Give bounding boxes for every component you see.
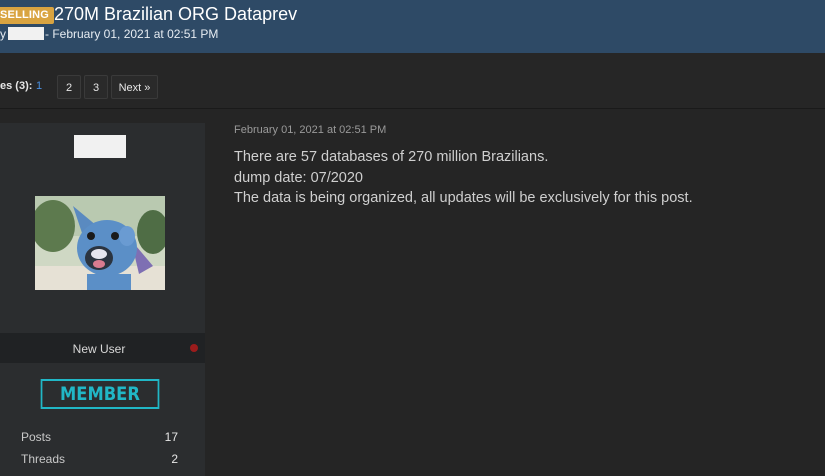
stat-threads-value[interactable]: 2	[171, 452, 178, 466]
thread-byline: y - February 01, 2021 at 02:51 PM	[0, 27, 218, 41]
page-link-3[interactable]: 3	[84, 75, 108, 99]
author-panel: New User MEMBER Posts 17 Threads 2	[0, 123, 205, 476]
stat-posts-value[interactable]: 17	[165, 430, 178, 444]
page-link-2[interactable]: 2	[57, 75, 81, 99]
stat-posts-label: Posts	[21, 430, 52, 444]
user-title-bar: New User	[0, 333, 205, 363]
page-current: 1	[36, 80, 43, 92]
author-name-redacted[interactable]	[8, 27, 44, 40]
post-line: The data is being organized, all updates…	[234, 190, 693, 206]
byline-date: - February 01, 2021 at 02:51 PM	[45, 27, 219, 41]
avatar-image	[35, 196, 165, 290]
post-date[interactable]: February 01, 2021 at 02:51 PM	[234, 124, 386, 136]
byline-by-text: y	[0, 27, 6, 41]
post-line: dump date: 07/2020	[234, 169, 363, 186]
thread-prefix-badge: SELLING	[0, 7, 55, 24]
next-page-button[interactable]: Next »	[111, 75, 158, 99]
author-username-redacted[interactable]	[74, 135, 126, 158]
pages-label: es (3):	[0, 80, 33, 92]
stat-threads-label: Threads	[21, 452, 66, 466]
avatar[interactable]	[35, 196, 165, 290]
pagination-bar: es (3): 1 2 3 Next »	[0, 53, 825, 109]
offline-status-icon	[190, 344, 198, 352]
post-line: There are 57 databases of 270 million Br…	[234, 149, 549, 165]
thread-header: SELLING 270M Brazilian ORG Dataprev y - F…	[0, 0, 825, 53]
thread-title: 270M Brazilian ORG Dataprev	[54, 4, 298, 24]
post-body: There are 57 databases of 270 million Br…	[234, 147, 693, 209]
user-title: New User	[72, 342, 126, 356]
rank-badge: MEMBER	[40, 379, 160, 409]
